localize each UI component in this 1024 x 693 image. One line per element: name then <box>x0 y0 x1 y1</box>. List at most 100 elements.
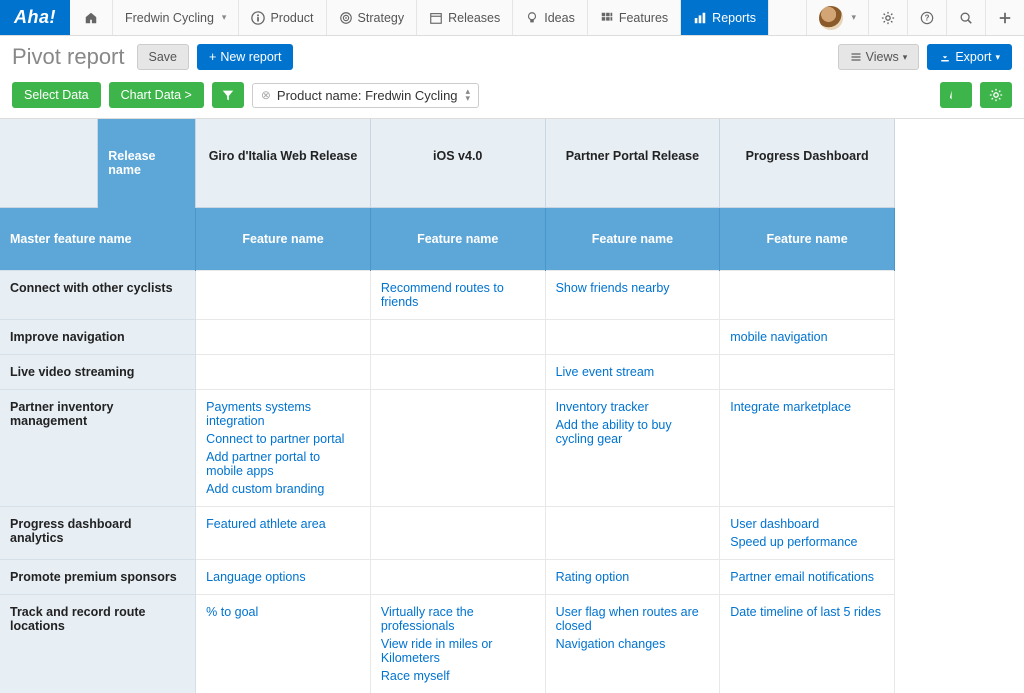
chart-data-button[interactable]: Chart Data > <box>109 82 204 108</box>
workspace-label: Fredwin Cycling <box>125 11 214 25</box>
pivot-cell <box>370 354 545 389</box>
svg-text:?: ? <box>925 13 930 22</box>
avatar <box>819 6 843 30</box>
feature-name-header: Feature name <box>720 207 895 270</box>
row-header[interactable]: Promote premium sponsors <box>0 559 196 594</box>
export-button[interactable]: Export▾ <box>927 44 1012 70</box>
feature-link[interactable]: Language options <box>206 568 360 586</box>
column-header[interactable]: Giro d'Italia Web Release <box>196 119 371 207</box>
pivot-cell: Inventory trackerAdd the ability to buy … <box>545 389 720 506</box>
column-header[interactable]: Partner Portal Release <box>545 119 720 207</box>
feature-link[interactable]: View ride in miles or Kilometers <box>381 635 535 667</box>
data-toolbar: Select Data Chart Data > ⊗Product name: … <box>0 78 1024 118</box>
pivot-cell: Featured athlete area <box>196 506 371 559</box>
nav-settings[interactable] <box>868 0 907 35</box>
nav-home[interactable] <box>70 0 113 35</box>
new-report-button[interactable]: +New report <box>197 44 293 70</box>
help-icon: ? <box>920 11 934 25</box>
nav-help[interactable]: ? <box>907 0 946 35</box>
column-header[interactable]: Progress Dashboard <box>720 119 895 207</box>
row-header[interactable]: Improve navigation <box>0 319 196 354</box>
save-button[interactable]: Save <box>137 44 190 70</box>
feature-link[interactable]: Rating option <box>556 568 710 586</box>
sort-icon: ▴▾ <box>466 88 471 102</box>
pivot-cell <box>545 319 720 354</box>
feature-link[interactable]: User dashboard <box>730 515 884 533</box>
column-header[interactable]: iOS v4.0 <box>370 119 545 207</box>
row-header[interactable]: Partner inventory management <box>0 389 196 506</box>
pivot-cell <box>720 270 895 319</box>
nav-releases[interactable]: Releases <box>417 0 513 35</box>
feature-link[interactable]: Add partner portal to mobile apps <box>206 448 360 480</box>
settings-button[interactable] <box>980 82 1012 108</box>
pivot-cell: Show friends nearby <box>545 270 720 319</box>
feature-link[interactable]: Partner email notifications <box>730 568 884 586</box>
pivot-cell: Live event stream <box>545 354 720 389</box>
feature-link[interactable]: Race myself <box>381 667 535 685</box>
home-icon <box>84 11 98 25</box>
feature-link[interactable]: Navigation changes <box>556 635 710 653</box>
pivot-cell: User dashboardSpeed up performance <box>720 506 895 559</box>
select-data-button[interactable]: Select Data <box>12 82 101 108</box>
calendar-icon <box>429 11 443 25</box>
feature-link[interactable]: Connect to partner portal <box>206 430 360 448</box>
pivot-cell <box>196 270 371 319</box>
nav-product[interactable]: Product <box>239 0 326 35</box>
pivot-cell <box>370 506 545 559</box>
nav-ideas[interactable]: Ideas <box>513 0 588 35</box>
brand-logo[interactable]: Aha! <box>0 0 70 35</box>
feature-link[interactable]: Speed up performance <box>730 533 884 551</box>
feature-link[interactable]: % to goal <box>206 603 360 621</box>
sort-config-button[interactable] <box>940 82 972 108</box>
row-header[interactable]: Progress dashboard analytics <box>0 506 196 559</box>
workspace-picker[interactable]: Fredwin Cycling <box>113 0 239 35</box>
user-menu[interactable] <box>806 0 868 35</box>
feature-link[interactable]: Show friends nearby <box>556 279 710 297</box>
views-button[interactable]: Views▾ <box>838 44 920 70</box>
bulb-icon <box>525 11 539 25</box>
page-toolbar: Pivot report Save +New report Views▾ Exp… <box>0 36 1024 78</box>
feature-link[interactable]: Virtually race the professionals <box>381 603 535 635</box>
feature-link[interactable]: Featured athlete area <box>206 515 360 533</box>
pivot-cell: mobile navigation <box>720 319 895 354</box>
feature-link[interactable]: Recommend routes to friends <box>381 279 535 311</box>
pivot-cell: Date timeline of last 5 rides <box>720 594 895 693</box>
row-header[interactable]: Track and record route locations <box>0 594 196 693</box>
feature-link[interactable]: Live event stream <box>556 363 710 381</box>
feature-name-header: Feature name <box>196 207 371 270</box>
feature-link[interactable]: Add custom branding <box>206 480 360 498</box>
nav-search[interactable] <box>946 0 985 35</box>
page-title: Pivot report <box>12 44 125 70</box>
search-icon <box>959 11 973 25</box>
chart-icon <box>693 11 707 25</box>
nav-reports[interactable]: Reports <box>681 0 769 35</box>
filter-button[interactable] <box>212 82 244 108</box>
feature-link[interactable]: Date timeline of last 5 rides <box>730 603 884 621</box>
feature-link[interactable]: Integrate marketplace <box>730 398 884 416</box>
pivot-cell <box>196 354 371 389</box>
feature-link[interactable]: Inventory tracker <box>556 398 710 416</box>
close-icon[interactable]: ⊗ <box>261 88 271 102</box>
feature-link[interactable]: Add the ability to buy cycling gear <box>556 416 710 448</box>
nav-add[interactable] <box>985 0 1024 35</box>
target-icon <box>339 11 353 25</box>
gear-icon <box>881 11 895 25</box>
info-icon <box>251 11 265 25</box>
feature-link[interactable]: User flag when routes are closed <box>556 603 710 635</box>
pivot-cell <box>720 354 895 389</box>
pivot-cell <box>370 319 545 354</box>
pivot-cell: Partner email notifications <box>720 559 895 594</box>
row-header[interactable]: Connect with other cyclists <box>0 270 196 319</box>
pivot-cell <box>196 319 371 354</box>
pivot-cell: Rating option <box>545 559 720 594</box>
feature-name-header: Feature name <box>370 207 545 270</box>
nav-strategy[interactable]: Strategy <box>327 0 418 35</box>
feature-link[interactable]: Payments systems integration <box>206 398 360 430</box>
row-header[interactable]: Live video streaming <box>0 354 196 389</box>
filter-chip-product[interactable]: ⊗Product name: Fredwin Cycling▴▾ <box>252 83 479 108</box>
nav-features[interactable]: Features <box>588 0 681 35</box>
feature-link[interactable]: mobile navigation <box>730 328 884 346</box>
feature-name-header: Feature name <box>545 207 720 270</box>
plus-icon <box>998 11 1012 25</box>
pivot-cell: Recommend routes to friends <box>370 270 545 319</box>
